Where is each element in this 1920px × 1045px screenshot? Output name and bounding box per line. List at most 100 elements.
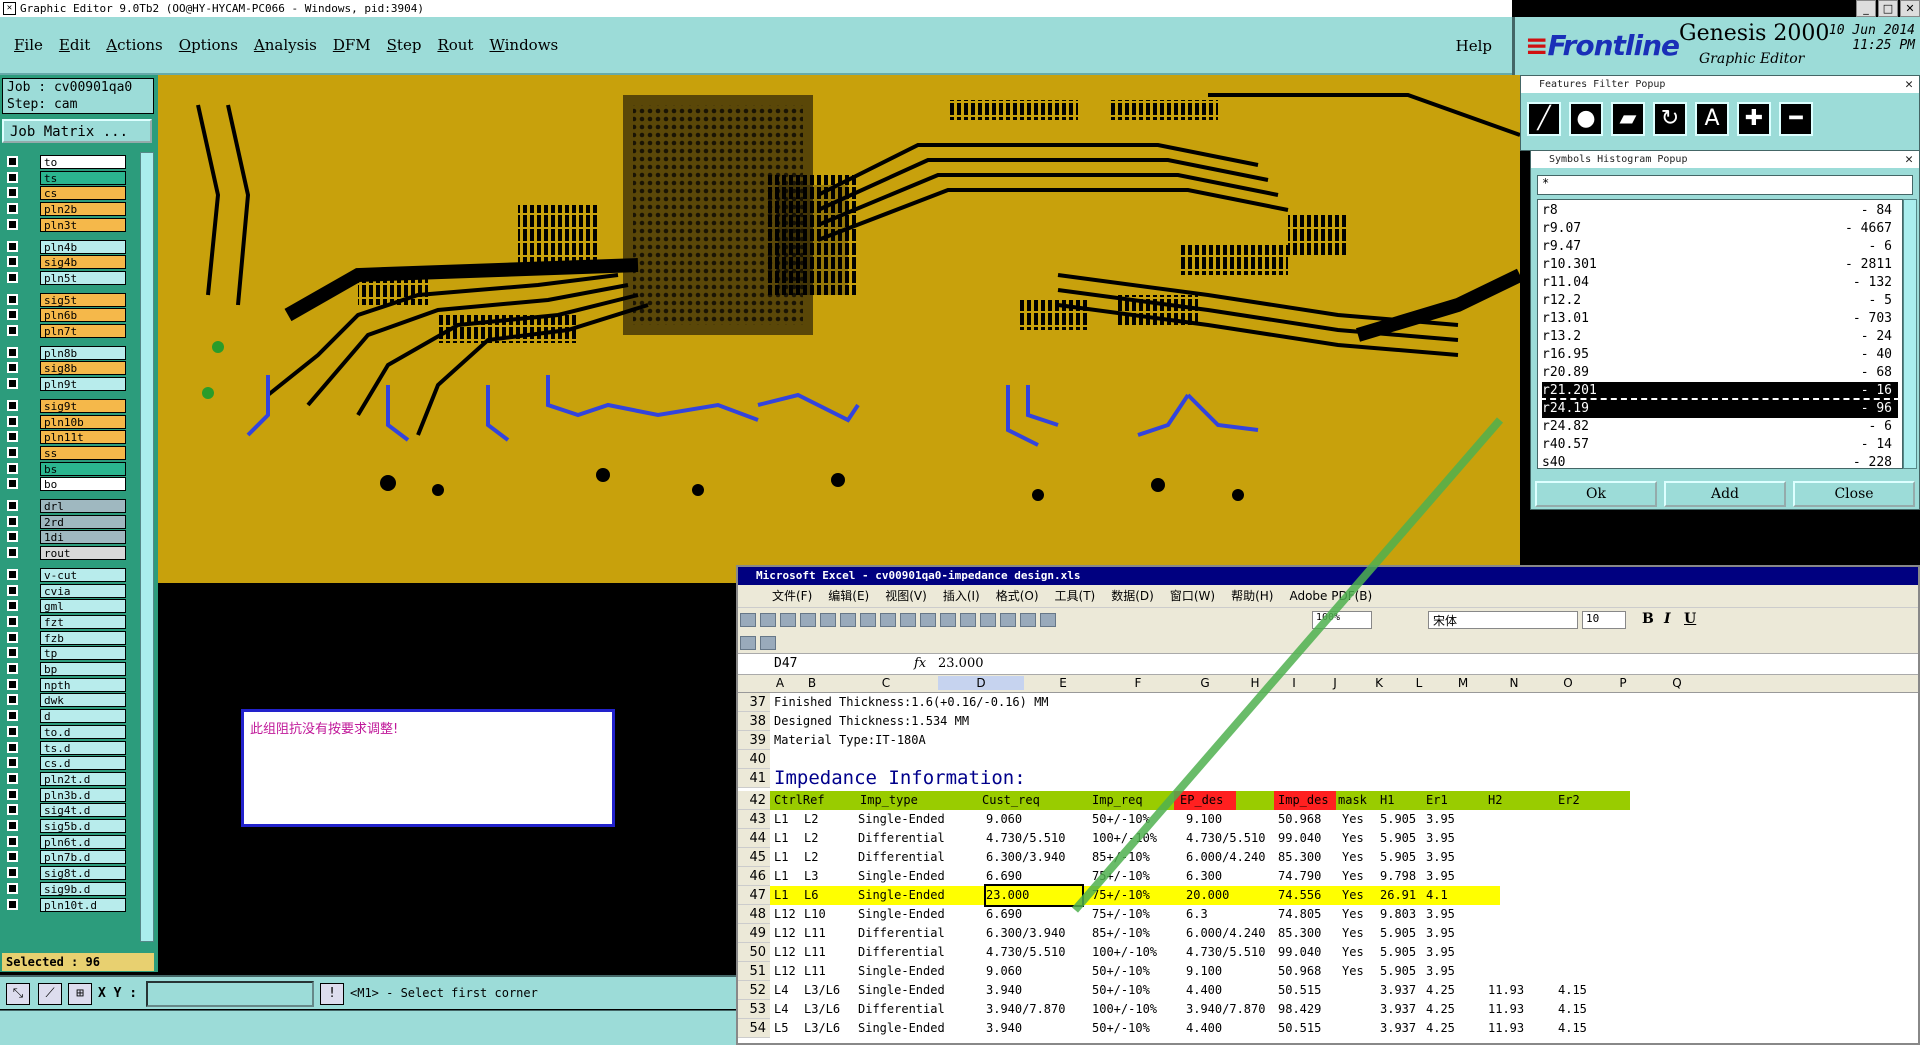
column-header-M[interactable]: M [1436, 676, 1490, 690]
layer-checkbox[interactable] [7, 240, 18, 252]
cell[interactable]: Differential [858, 924, 945, 943]
cell[interactable]: Differential [858, 829, 945, 848]
column-header-O[interactable]: O [1538, 676, 1598, 690]
header-cell[interactable]: Imp_type [860, 791, 918, 810]
excel-menu-format[interactable]: 格式(O) [996, 585, 1039, 607]
text-icon[interactable]: A [1695, 102, 1729, 136]
layer-row-to[interactable]: to [4, 155, 126, 169]
symbol-row[interactable]: r13.01 - 703 [1542, 310, 1898, 328]
cell[interactable]: 6.300/3.940 [986, 924, 1065, 943]
column-header-G[interactable]: G [1174, 676, 1236, 690]
menu-file[interactable]: File [14, 36, 43, 54]
cell[interactable]: Single-Ended [858, 886, 945, 905]
layer-checkbox[interactable] [7, 271, 18, 283]
layer-checkbox[interactable] [7, 547, 18, 559]
symbol-row[interactable]: r8 - 84 [1542, 202, 1898, 220]
close-icon[interactable]: ✕ [1905, 151, 1913, 168]
symbol-row[interactable]: r10.301 - 2811 [1542, 256, 1898, 274]
column-header-P[interactable]: P [1598, 676, 1648, 690]
cell[interactable]: 85+/-10% [1092, 924, 1150, 943]
column-header-D[interactable]: D [938, 676, 1024, 690]
excel-menu-view[interactable]: 视图(V) [885, 585, 927, 607]
layer-row-npth[interactable]: npth [4, 677, 126, 692]
row-number[interactable]: 41 [738, 769, 770, 788]
cell[interactable]: 6.300 [1186, 867, 1222, 886]
cell[interactable]: 3.940 [986, 1019, 1022, 1038]
layer-checkbox[interactable] [7, 631, 18, 643]
maximize-button[interactable]: □ [1878, 0, 1898, 17]
info-text[interactable]: Designed Thickness:1.534 MM [774, 712, 969, 731]
hyperlink-icon[interactable] [980, 613, 996, 627]
layer-row-pln9t[interactable]: pln9t [4, 377, 126, 392]
cell[interactable]: 74.805 [1278, 905, 1321, 924]
row-number[interactable]: 43 [738, 810, 770, 829]
cell[interactable]: 98.429 [1278, 1000, 1321, 1019]
cell[interactable]: Single-Ended [858, 962, 945, 981]
grid-tool-icon[interactable]: ⊞ [68, 983, 92, 1005]
layer-checkbox[interactable] [7, 218, 18, 230]
cell[interactable]: 4.730/5.510 [1186, 829, 1265, 848]
cell[interactable]: 5.905 [1380, 943, 1416, 962]
print-preview-icon[interactable] [840, 613, 856, 627]
header-cell[interactable]: Er2 [1558, 791, 1580, 810]
cell[interactable]: 6.3 [1186, 905, 1208, 924]
active-cell[interactable]: 23.000 [984, 884, 1084, 907]
layer-checkbox[interactable] [7, 378, 18, 390]
row-number[interactable]: 39 [738, 731, 770, 750]
cell[interactable]: L4 [774, 981, 788, 1000]
cell[interactable]: L1 [774, 829, 788, 848]
cell[interactable]: 6.000/4.240 [1186, 848, 1265, 867]
cell[interactable]: 4.25 [1426, 1000, 1455, 1019]
spelling-icon[interactable] [860, 613, 876, 627]
layer-checkbox[interactable] [7, 171, 18, 183]
layer-row-ss[interactable]: ss [4, 445, 126, 460]
layer-checkbox[interactable] [7, 804, 18, 816]
cell[interactable]: Differential [858, 1000, 945, 1019]
cell[interactable]: 99.040 [1278, 943, 1321, 962]
cell[interactable]: L2 [804, 829, 818, 848]
row-number[interactable]: 50 [738, 943, 770, 962]
cell[interactable]: 3.95 [1426, 924, 1455, 943]
cell[interactable]: Yes [1342, 886, 1364, 905]
cell[interactable]: Yes [1342, 867, 1364, 886]
cell[interactable]: 4.730/5.510 [986, 943, 1065, 962]
cell[interactable]: 3.937 [1380, 981, 1416, 1000]
layer-checkbox[interactable] [7, 293, 18, 305]
layer-checkbox[interactable] [7, 600, 18, 612]
layer-row-pln2t-d[interactable]: pln2t.d [4, 771, 126, 786]
symbol-row[interactable]: r24.82 - 6 [1542, 418, 1898, 436]
layer-row-to-d[interactable]: to.d [4, 724, 126, 739]
layer-row-2rd[interactable]: 2rd [4, 514, 126, 529]
cell[interactable]: 9.100 [1186, 810, 1222, 829]
cell[interactable]: 3.95 [1426, 905, 1455, 924]
layer-checkbox[interactable] [7, 710, 18, 722]
cell[interactable]: L10 [804, 905, 826, 924]
cell[interactable]: L11 [804, 924, 826, 943]
layer-checkbox[interactable] [7, 725, 18, 737]
layer-checkbox[interactable] [7, 772, 18, 784]
column-header-L[interactable]: L [1402, 676, 1436, 690]
ok-button[interactable]: Ok [1535, 481, 1657, 507]
row-number[interactable]: 47 [738, 886, 770, 905]
excel-menu-window[interactable]: 窗口(W) [1170, 585, 1215, 607]
cell[interactable]: 100+/-10% [1092, 943, 1157, 962]
job-matrix-button[interactable]: Job Matrix ... [2, 119, 152, 143]
layer-row-sig8b[interactable]: sig8b [4, 361, 126, 376]
header-cell[interactable]: mask [1338, 791, 1367, 810]
header-cell[interactable]: Cust_req [982, 791, 1040, 810]
cell[interactable]: 4.15 [1558, 1019, 1587, 1038]
cell[interactable]: 3.95 [1426, 943, 1455, 962]
cell[interactable]: 50.515 [1278, 981, 1321, 1000]
cell[interactable]: 50+/-10% [1092, 1019, 1150, 1038]
cell[interactable]: 3.95 [1426, 810, 1455, 829]
excel-menu-help[interactable]: 帮助(H) [1231, 585, 1273, 607]
pdf-email-icon[interactable] [760, 636, 776, 650]
row-number[interactable]: 49 [738, 924, 770, 943]
cell[interactable]: 85.300 [1278, 924, 1321, 943]
cell[interactable]: 4.25 [1426, 981, 1455, 1000]
cell[interactable]: L2 [804, 810, 818, 829]
layer-checkbox[interactable] [7, 820, 18, 831]
layer-row-fzb[interactable]: fzb [4, 630, 126, 645]
layer-row-pln10t-d[interactable]: pln10t.d [4, 897, 126, 912]
layer-row-pln3b-d[interactable]: pln3b.d [4, 787, 126, 802]
